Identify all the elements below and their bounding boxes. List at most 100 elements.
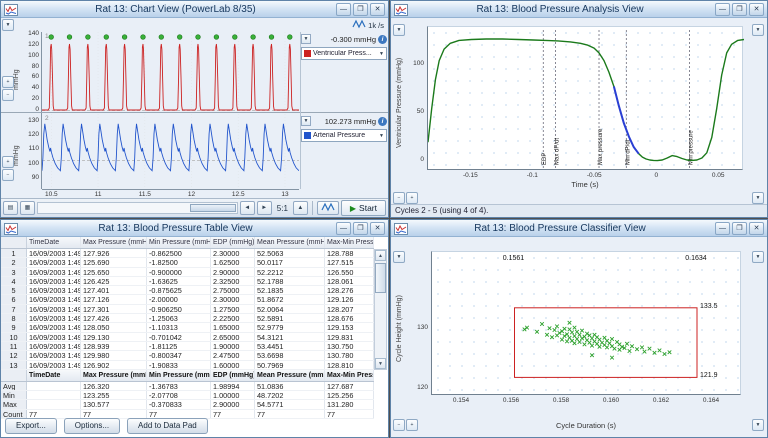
maximize-button[interactable]: ❐	[732, 222, 747, 235]
column-header[interactable]: Min Pressure (mmHg)	[147, 237, 211, 248]
export-button[interactable]: Export...	[5, 418, 57, 434]
table-cell: 77	[81, 410, 147, 418]
column-header[interactable]: TimeDate	[27, 237, 81, 248]
scroll-up-button[interactable]: ▲	[375, 250, 386, 261]
row-label: Max	[1, 400, 27, 408]
channel-dropdown-button[interactable]: ▼	[393, 24, 405, 36]
ratio-up-button[interactable]: ▲	[293, 201, 308, 215]
range-dropdown-button[interactable]: ▼	[301, 116, 311, 126]
analysis-plot-area[interactable]: EDPMax dP/dtMax pressureMin dP/dtMin pre…	[427, 26, 743, 170]
y-tick-label: 100	[407, 60, 424, 67]
table-row[interactable]: 1216/09/2003 1:49:5129.980-0.8003472.475…	[1, 351, 374, 360]
compression-ratio[interactable]: 5:1	[274, 204, 291, 213]
x-tick-label: -0.15	[458, 172, 482, 179]
minimize-button[interactable]: —	[715, 3, 730, 16]
block-dropdown-button[interactable]: ▼	[2, 19, 14, 31]
column-header[interactable]: EDP (mmHg)	[211, 237, 255, 248]
y-tick-label: 130	[411, 324, 428, 331]
table-row[interactable]: 216/09/2003 1:49:5125.690-1.825001.62500…	[1, 258, 374, 267]
table-row[interactable]: 716/09/2003 1:49:5127.301-0.9062501.2750…	[1, 305, 374, 314]
column-header[interactable]: Max-Min Pressure (mmHg)	[325, 237, 374, 248]
range-dropdown-button[interactable]: ▼	[301, 34, 311, 44]
maximize-button[interactable]: ❐	[353, 3, 368, 16]
table-cell: 128.939	[81, 342, 147, 350]
classifier-plot-area[interactable]	[431, 251, 741, 395]
axis-dropdown-button[interactable]: ▼	[752, 419, 764, 431]
chart-view-titlebar[interactable]: Rat 13: Chart View (PowerLab 8/35) —❐✕	[1, 1, 388, 18]
close-button[interactable]: ✕	[370, 3, 385, 16]
scroll-down-button[interactable]: ▼	[375, 358, 386, 369]
analysis-plot-svg[interactable]: EDPMax dP/dtMax pressureMin dP/dtMin pre…	[428, 27, 744, 171]
x-tick-label: 0.158	[547, 397, 575, 404]
minimize-button[interactable]: —	[336, 3, 351, 16]
zoom-in-button[interactable]: +	[406, 192, 418, 204]
options-dropdown-button[interactable]: ▼	[752, 251, 764, 263]
app-icon	[4, 3, 18, 15]
analysis-view-titlebar[interactable]: Rat 13: Blood Pressure Analysis View —❐✕	[391, 1, 767, 18]
table-cell: 51.8672	[255, 295, 325, 303]
table-row[interactable]: 1116/09/2003 1:49:5128.939-1.811251.9000…	[1, 342, 374, 351]
table-cell: 52.0064	[255, 305, 325, 313]
minimize-button[interactable]: —	[336, 222, 351, 235]
table-row[interactable]: 116/09/2003 1:49:5127.926-0.8625002.3000…	[1, 249, 374, 258]
close-button[interactable]: ✕	[749, 3, 764, 16]
info-icon[interactable]: i	[378, 117, 387, 126]
add-to-datapad-button[interactable]: Add to Data Pad	[127, 418, 208, 434]
page-view-button[interactable]: ▤	[3, 201, 18, 215]
horizontal-scrollbar[interactable]	[37, 202, 238, 214]
table-cell: 1.27500	[211, 305, 255, 313]
table-row[interactable]: 616/09/2003 1:49:5127.126-2.000002.30000…	[1, 295, 374, 304]
options-button[interactable]: Options...	[64, 418, 120, 434]
options-dropdown-button[interactable]: ▼	[752, 24, 764, 36]
table-cell: -1.81125	[147, 342, 211, 350]
table-cell	[27, 391, 81, 399]
zoom-out-button[interactable]: −	[393, 419, 405, 431]
table-cell: -0.370833	[147, 400, 211, 408]
classifier-plot-svg[interactable]	[432, 252, 742, 396]
zoom-out-button[interactable]: −	[2, 169, 14, 181]
channel-divider[interactable]	[1, 112, 388, 113]
close-button[interactable]: ✕	[749, 222, 764, 235]
table-row[interactable]: 316/09/2003 1:49:5125.650-0.9000002.9000…	[1, 268, 374, 277]
zoom-out-button[interactable]: −	[393, 192, 405, 204]
scroll-right-button[interactable]: ►	[257, 201, 272, 215]
column-header[interactable]: Mean Pressure (mmHg)	[255, 237, 325, 248]
table-view-titlebar[interactable]: Rat 13: Blood Pressure Table View —❐✕	[1, 220, 388, 237]
start-button[interactable]: ▶ Start	[341, 200, 386, 216]
zoom-in-button[interactable]: +	[406, 419, 418, 431]
classifier-view-window: Rat 13: Blood Pressure Classifier View —…	[390, 219, 768, 438]
grid-view-button[interactable]: ▦	[20, 201, 35, 215]
table-cell	[27, 382, 81, 390]
maximize-button[interactable]: ❐	[353, 222, 368, 235]
channel-selector[interactable]: Ventricular Press... ▼	[301, 47, 387, 60]
table-cell: 130.780	[325, 351, 374, 359]
table-cell: -0.800347	[147, 351, 211, 359]
table-row[interactable]: 1016/09/2003 1:49:5129.130-0.7010422.650…	[1, 333, 374, 342]
table-row[interactable]: 516/09/2003 1:49:5127.401-0.8756252.7500…	[1, 286, 374, 295]
scrollbar-thumb[interactable]	[375, 263, 386, 293]
scrollbar-track[interactable]	[375, 261, 386, 358]
scrollbar-thumb[interactable]	[190, 204, 236, 212]
info-icon[interactable]: i	[378, 35, 387, 44]
axis-dropdown-button[interactable]: ▼	[752, 192, 764, 204]
scope-view-button[interactable]	[317, 201, 339, 215]
table-row[interactable]: 1316/09/2003 1:49:5126.902-1.908331.6000…	[1, 361, 374, 370]
column-header[interactable]	[1, 237, 27, 248]
table-cell: 1.98994	[211, 382, 255, 390]
table-row[interactable]: 916/09/2003 1:49:5128.050-1.103131.65000…	[1, 323, 374, 332]
table-cell: 53.4451	[255, 342, 325, 350]
channel-dropdown-button[interactable]: ▼	[393, 251, 405, 263]
channel-selector[interactable]: Arterial Pressure ▼	[301, 129, 387, 142]
ventricular-trace-plot[interactable]	[42, 32, 299, 112]
column-header[interactable]: Max Pressure (mmHg)	[81, 237, 147, 248]
vertical-scrollbar[interactable]: ▲ ▼	[374, 249, 387, 370]
table-row[interactable]: 816/09/2003 1:49:5127.426-1.250632.22500…	[1, 314, 374, 323]
minimize-button[interactable]: —	[715, 222, 730, 235]
table-row[interactable]: 416/09/2003 1:49:5126.425-1.636252.32500…	[1, 277, 374, 286]
classifier-view-titlebar[interactable]: Rat 13: Blood Pressure Classifier View —…	[391, 220, 767, 237]
maximize-button[interactable]: ❐	[732, 3, 747, 16]
arterial-trace-plot[interactable]	[42, 114, 299, 188]
zoom-out-button[interactable]: −	[2, 89, 14, 101]
close-button[interactable]: ✕	[370, 222, 385, 235]
scroll-left-button[interactable]: ◄	[240, 201, 255, 215]
